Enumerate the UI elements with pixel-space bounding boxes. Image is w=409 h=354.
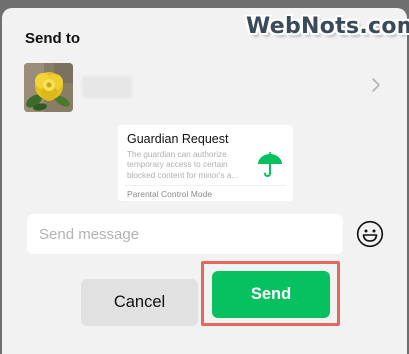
umbrella-icon: [256, 151, 284, 179]
card-divider: [125, 185, 286, 186]
recipient-row[interactable]: [24, 62, 389, 118]
recipient-name-redacted: [82, 76, 132, 98]
guardian-request-card: Guardian Request The guardian can author…: [118, 125, 293, 201]
card-description: The guardian can authorize temporary acc…: [127, 150, 239, 180]
smiley-face-icon[interactable]: [356, 220, 384, 248]
chevron-right-icon[interactable]: [371, 76, 381, 99]
send-message-input[interactable]: [27, 214, 343, 254]
send-button[interactable]: Send: [212, 271, 330, 318]
dialog-title: Send to: [25, 30, 80, 47]
webnots-watermark-logo: WebNots.com: [246, 14, 409, 39]
recipient-avatar: [24, 63, 73, 112]
cancel-button[interactable]: Cancel: [81, 279, 198, 326]
card-footer: Parental Control Mode: [127, 189, 213, 199]
yellow-rose-photo: [24, 63, 73, 112]
card-title: Guardian Request: [127, 132, 229, 146]
